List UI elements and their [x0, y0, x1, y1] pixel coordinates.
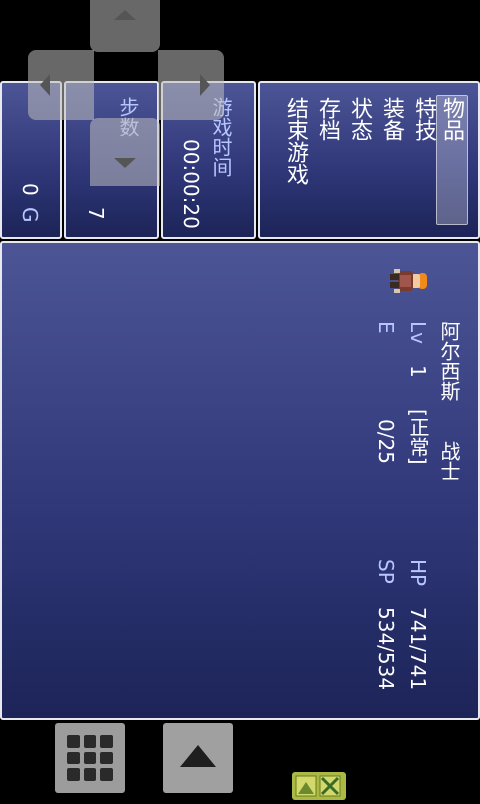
menu-grid-button[interactable]: [55, 723, 125, 793]
up-arrow-button[interactable]: [163, 723, 233, 793]
menu-item-end-game[interactable]: 结束游戏: [283, 97, 308, 185]
menu-item-items[interactable]: 物品: [439, 97, 464, 141]
dpad-left[interactable]: [28, 50, 94, 120]
dpad-up[interactable]: [90, 0, 160, 52]
dpad-down[interactable]: [90, 118, 160, 186]
actor-class: 战士: [437, 441, 461, 481]
notification-icon: [292, 772, 346, 800]
actor-name: 阿尔西斯: [437, 321, 461, 401]
actor-state: [正常]: [406, 409, 430, 465]
menu-item-save[interactable]: 存档: [315, 97, 340, 141]
grid-icon: [67, 735, 113, 781]
steps-value: 7: [84, 207, 108, 220]
sp-label: SP: [374, 559, 398, 584]
dpad-up-icon: [114, 10, 136, 20]
image-placeholder-icon: [295, 775, 341, 797]
dpad-right-icon: [200, 74, 210, 96]
level-value: 1: [406, 365, 430, 378]
party-status-window: 阿尔西斯 战士 Lv 1 [正常] E 0/25 HP 741/741 SP 5…: [0, 241, 480, 720]
gold-value: 0: [18, 183, 42, 196]
menu-item-status[interactable]: 状态: [347, 97, 372, 141]
gold-unit: G: [18, 207, 42, 223]
dpad-left-icon: [40, 74, 50, 96]
character-sprite-icon: [390, 269, 427, 293]
menu-item-skills[interactable]: 特技: [411, 97, 436, 141]
up-arrow-icon: [180, 745, 216, 767]
exp-label: E: [374, 321, 398, 334]
playtime-value: 00:00:20: [179, 139, 203, 229]
command-menu-window: 物品 特技 装备 状态 存档 结束游戏: [258, 81, 480, 239]
dpad-right[interactable]: [158, 50, 224, 120]
menu-item-equip[interactable]: 装备: [379, 97, 404, 141]
dpad-down-icon: [114, 158, 136, 168]
hp-label: HP: [406, 559, 430, 587]
hp-value: 741/741: [406, 607, 430, 691]
sp-value: 534/534: [374, 607, 398, 691]
level-label: Lv: [406, 321, 430, 344]
exp-value: 0/25: [374, 419, 398, 464]
